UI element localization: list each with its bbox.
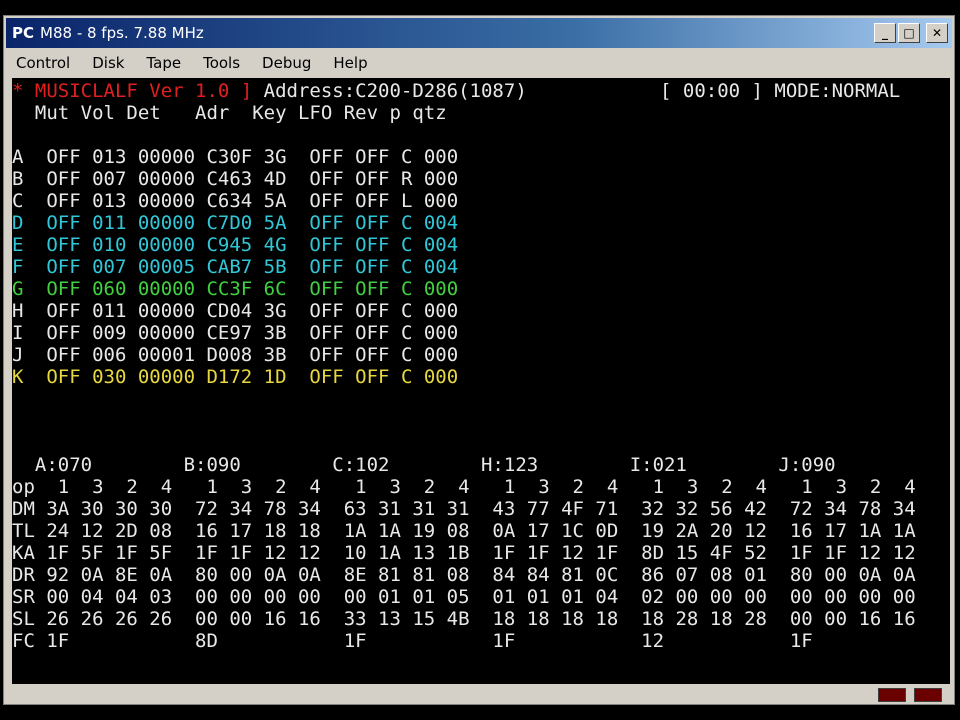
channel-values: OFF 013 00000 C634 5A OFF OFF L 000 [23, 190, 459, 212]
channel-values: OFF 013 00000 C30F 3G OFF OFF C 000 [23, 146, 459, 168]
menu-debug[interactable]: Debug [262, 54, 311, 72]
operator-row: DR 92 0A 8E 0A 80 00 0A 0A 8E 81 81 08 8… [12, 564, 916, 586]
channel-letter: D [12, 212, 24, 234]
channel-column-headers: Mut Vol Det Adr Key LFO Rev p qtz [12, 102, 447, 124]
channel-row: A OFF 013 00000 C30F 3G OFF OFF C 000 [12, 146, 458, 168]
op-channel-header: A:070 B:090 C:102 H:123 I:021 J:090 [12, 454, 836, 476]
channel-row: H OFF 011 00000 CD04 3G OFF OFF C 000 [12, 300, 458, 322]
channel-values: OFF 006 00001 D008 3B OFF OFF C 000 [23, 344, 459, 366]
channel-values: OFF 009 00000 CE97 3B OFF OFF C 000 [23, 322, 459, 344]
operator-row: TL 24 12 2D 08 16 17 18 18 1A 1A 19 08 0… [12, 520, 916, 542]
operator-row: KA 1F 5F 1F 5F 1F 1F 12 12 10 1A 13 1B 1… [12, 542, 916, 564]
channel-row: F OFF 007 00005 CAB7 5B OFF OFF C 004 [12, 256, 458, 278]
menu-tools[interactable]: Tools [203, 54, 240, 72]
channel-letter: K [12, 366, 24, 388]
window-controls: _ □ ✕ [874, 23, 948, 43]
channel-letter: C [12, 190, 24, 212]
operator-row: SL 26 26 26 26 00 00 16 16 33 13 15 4B 1… [12, 608, 916, 630]
menu-bar: Control Disk Tape Tools Debug Help [6, 51, 952, 75]
minimize-button[interactable]: _ [874, 23, 896, 43]
menu-disk[interactable]: Disk [92, 54, 124, 72]
drive-led-2 [914, 688, 942, 702]
window-title: M88 - 8 fps. 7.88 MHz [40, 24, 204, 42]
channel-row: D OFF 011 00000 C7D0 5A OFF OFF C 004 [12, 212, 458, 234]
emulator-screen[interactable]: * MUSICLALF Ver 1.0 ] Address:C200-D286(… [12, 78, 950, 684]
channel-row: K OFF 030 00000 D172 1D OFF OFF C 000 [12, 366, 458, 388]
header-line: * MUSICLALF Ver 1.0 ] Address:C200-D286(… [12, 80, 527, 102]
channel-row: B OFF 007 00000 C463 4D OFF OFF R 000 [12, 168, 458, 190]
channel-values: OFF 030 00000 D172 1D OFF OFF C 000 [23, 366, 459, 388]
channel-letter: G [12, 278, 24, 300]
app-icon: PC [12, 24, 35, 42]
close-button[interactable]: ✕ [926, 23, 948, 43]
channel-row: C OFF 013 00000 C634 5A OFF OFF L 000 [12, 190, 458, 212]
channel-letter: I [12, 322, 24, 344]
channel-values: OFF 011 00000 CD04 3G OFF OFF C 000 [23, 300, 459, 322]
header-title: * MUSICLALF Ver 1.0 ] [12, 80, 253, 102]
menu-tape[interactable]: Tape [146, 54, 181, 72]
drive-led-1 [878, 688, 906, 702]
channel-row: J OFF 006 00001 D008 3B OFF OFF C 000 [12, 344, 458, 366]
channel-values: OFF 011 00000 C7D0 5A OFF OFF C 004 [23, 212, 459, 234]
channel-letter: E [12, 234, 24, 256]
operator-row: SR 00 04 04 03 00 00 00 00 00 01 01 05 0… [12, 586, 916, 608]
channel-row: G OFF 060 00000 CC3F 6C OFF OFF C 000 [12, 278, 458, 300]
channel-row: E OFF 010 00000 C945 4G OFF OFF C 004 [12, 234, 458, 256]
channel-values: OFF 010 00000 C945 4G OFF OFF C 004 [23, 234, 459, 256]
channel-row: I OFF 009 00000 CE97 3B OFF OFF C 000 [12, 322, 458, 344]
menu-help[interactable]: Help [333, 54, 367, 72]
channel-letter: J [12, 344, 24, 366]
channel-letter: H [12, 300, 24, 322]
header-address: Address:C200-D286(1087) [252, 80, 527, 102]
operator-row: FC 1F 8D 1F 1F 12 1F [12, 630, 813, 652]
header-mode: [ 00:00 ] MODE:NORMAL [660, 80, 901, 102]
title-bar[interactable]: PC M88 - 8 fps. 7.88 MHz _ □ ✕ [6, 18, 952, 48]
channel-letter: F [12, 256, 24, 278]
channel-values: OFF 060 00000 CC3F 6C OFF OFF C 000 [23, 278, 459, 300]
channel-letter: B [12, 168, 24, 190]
channel-letter: A [12, 146, 24, 168]
status-bar [6, 684, 952, 704]
operator-row: DM 3A 30 30 30 72 34 78 34 63 31 31 31 4… [12, 498, 916, 520]
operator-row: op 1 3 2 4 1 3 2 4 1 3 2 4 1 3 2 4 1 3 2… [12, 476, 916, 498]
menu-control[interactable]: Control [16, 54, 70, 72]
emulator-window: PC M88 - 8 fps. 7.88 MHz _ □ ✕ Control D… [3, 15, 955, 705]
channel-values: OFF 007 00000 C463 4D OFF OFF R 000 [23, 168, 459, 190]
channel-values: OFF 007 00005 CAB7 5B OFF OFF C 004 [23, 256, 459, 278]
maximize-button[interactable]: □ [898, 23, 920, 43]
